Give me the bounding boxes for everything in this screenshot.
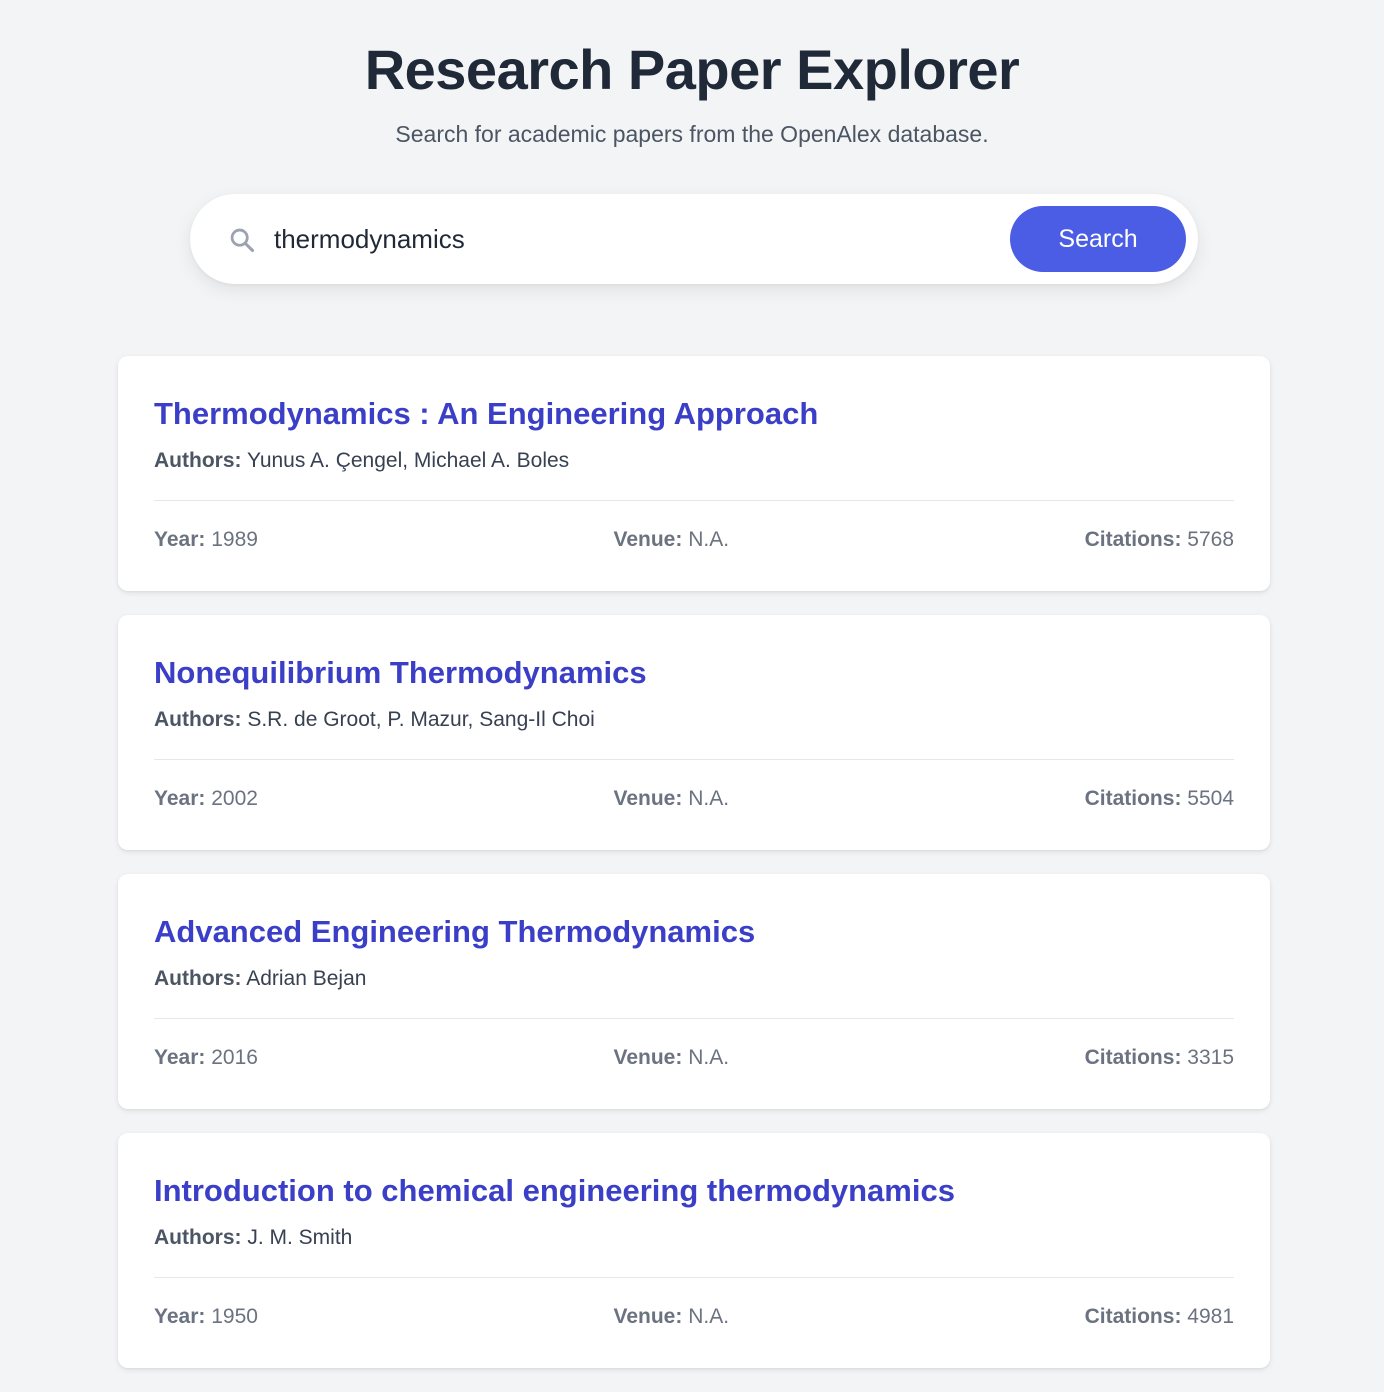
card-divider [154,500,1234,501]
citations-label: Citations: [1084,528,1182,551]
paper-authors: Authors: Yunus A. Çengel, Michael A. Bol… [154,447,569,475]
page-subtitle: Search for academic papers from the Open… [395,121,989,147]
venue-value: N.A. [688,528,730,551]
page-header: Research Paper Explorer Search for acade… [0,0,1384,148]
paper-venue: Venue: N.A. [614,785,730,813]
venue-value: N.A. [688,1046,730,1069]
citations-label: Citations: [1084,1046,1182,1069]
venue-label: Venue: [613,528,683,551]
paper-citations: Citations: 3315 [1085,1044,1234,1072]
year-label: Year: [154,787,206,810]
paper-venue: Venue: N.A. [614,526,730,554]
results-list: Thermodynamics : An Engineering Approach… [118,356,1270,1392]
paper-title-link[interactable]: Advanced Engineering Thermodynamics [154,912,755,952]
paper-citations: Citations: 4981 [1085,1303,1234,1331]
venue-value: N.A. [688,1305,730,1328]
year-value: 2002 [211,787,258,810]
paper-title-link[interactable]: Introduction to chemical engineering the… [154,1171,955,1211]
search-icon [230,228,255,253]
search-button[interactable]: Search [1010,206,1186,272]
venue-value: N.A. [688,787,730,810]
result-card: Advanced Engineering Thermodynamics Auth… [118,874,1270,1109]
year-label: Year: [154,1305,206,1328]
paper-meta: Year: 1989 Venue: N.A. Citations: 5768 [154,526,1234,554]
card-divider [154,1277,1234,1278]
year-value: 2016 [211,1046,258,1069]
paper-year: Year: 2002 [154,785,258,813]
paper-authors: Authors: J. M. Smith [154,1224,352,1252]
year-label: Year: [154,528,206,551]
page-title: Research Paper Explorer [364,38,1020,101]
authors-label: Authors: [154,708,242,731]
paper-authors: Authors: Adrian Bejan [154,965,366,993]
citations-value: 5504 [1187,787,1234,810]
venue-label: Venue: [613,787,683,810]
citations-value: 3315 [1187,1046,1234,1069]
paper-year: Year: 1950 [154,1303,258,1331]
paper-citations: Citations: 5768 [1085,526,1234,554]
paper-venue: Venue: N.A. [614,1303,730,1331]
authors-value: S.R. de Groot, P. Mazur, Sang-Il Choi [247,708,595,731]
year-label: Year: [154,1046,206,1069]
paper-title-link[interactable]: Nonequilibrium Thermodynamics [154,653,647,693]
paper-citations: Citations: 5504 [1085,785,1234,813]
paper-title-link[interactable]: Thermodynamics : An Engineering Approach [154,394,818,434]
authors-value: J. M. Smith [247,1226,353,1249]
citations-value: 4981 [1187,1305,1234,1328]
authors-label: Authors: [154,449,242,472]
citations-value: 5768 [1187,528,1234,551]
citations-label: Citations: [1084,1305,1182,1328]
venue-label: Venue: [613,1305,683,1328]
authors-label: Authors: [154,967,242,990]
citations-label: Citations: [1084,787,1182,810]
year-value: 1950 [211,1305,258,1328]
paper-year: Year: 1989 [154,526,258,554]
card-divider [154,759,1234,760]
paper-year: Year: 2016 [154,1044,258,1072]
paper-venue: Venue: N.A. [614,1044,730,1072]
authors-label: Authors: [154,1226,242,1249]
result-card: Introduction to chemical engineering the… [118,1133,1270,1368]
paper-authors: Authors: S.R. de Groot, P. Mazur, Sang-I… [154,706,595,734]
venue-label: Venue: [613,1046,683,1069]
authors-value: Yunus A. Çengel, Michael A. Boles [246,449,570,472]
authors-value: Adrian Bejan [246,967,367,990]
paper-meta: Year: 2016 Venue: N.A. Citations: 3315 [154,1044,1234,1072]
paper-meta: Year: 2002 Venue: N.A. Citations: 5504 [154,785,1234,813]
result-card: Nonequilibrium Thermodynamics Authors: S… [118,615,1270,850]
search-input[interactable] [274,214,994,264]
year-value: 1989 [211,528,258,551]
paper-meta: Year: 1950 Venue: N.A. Citations: 4981 [154,1303,1234,1331]
card-divider [154,1018,1234,1019]
result-card: Thermodynamics : An Engineering Approach… [118,356,1270,591]
